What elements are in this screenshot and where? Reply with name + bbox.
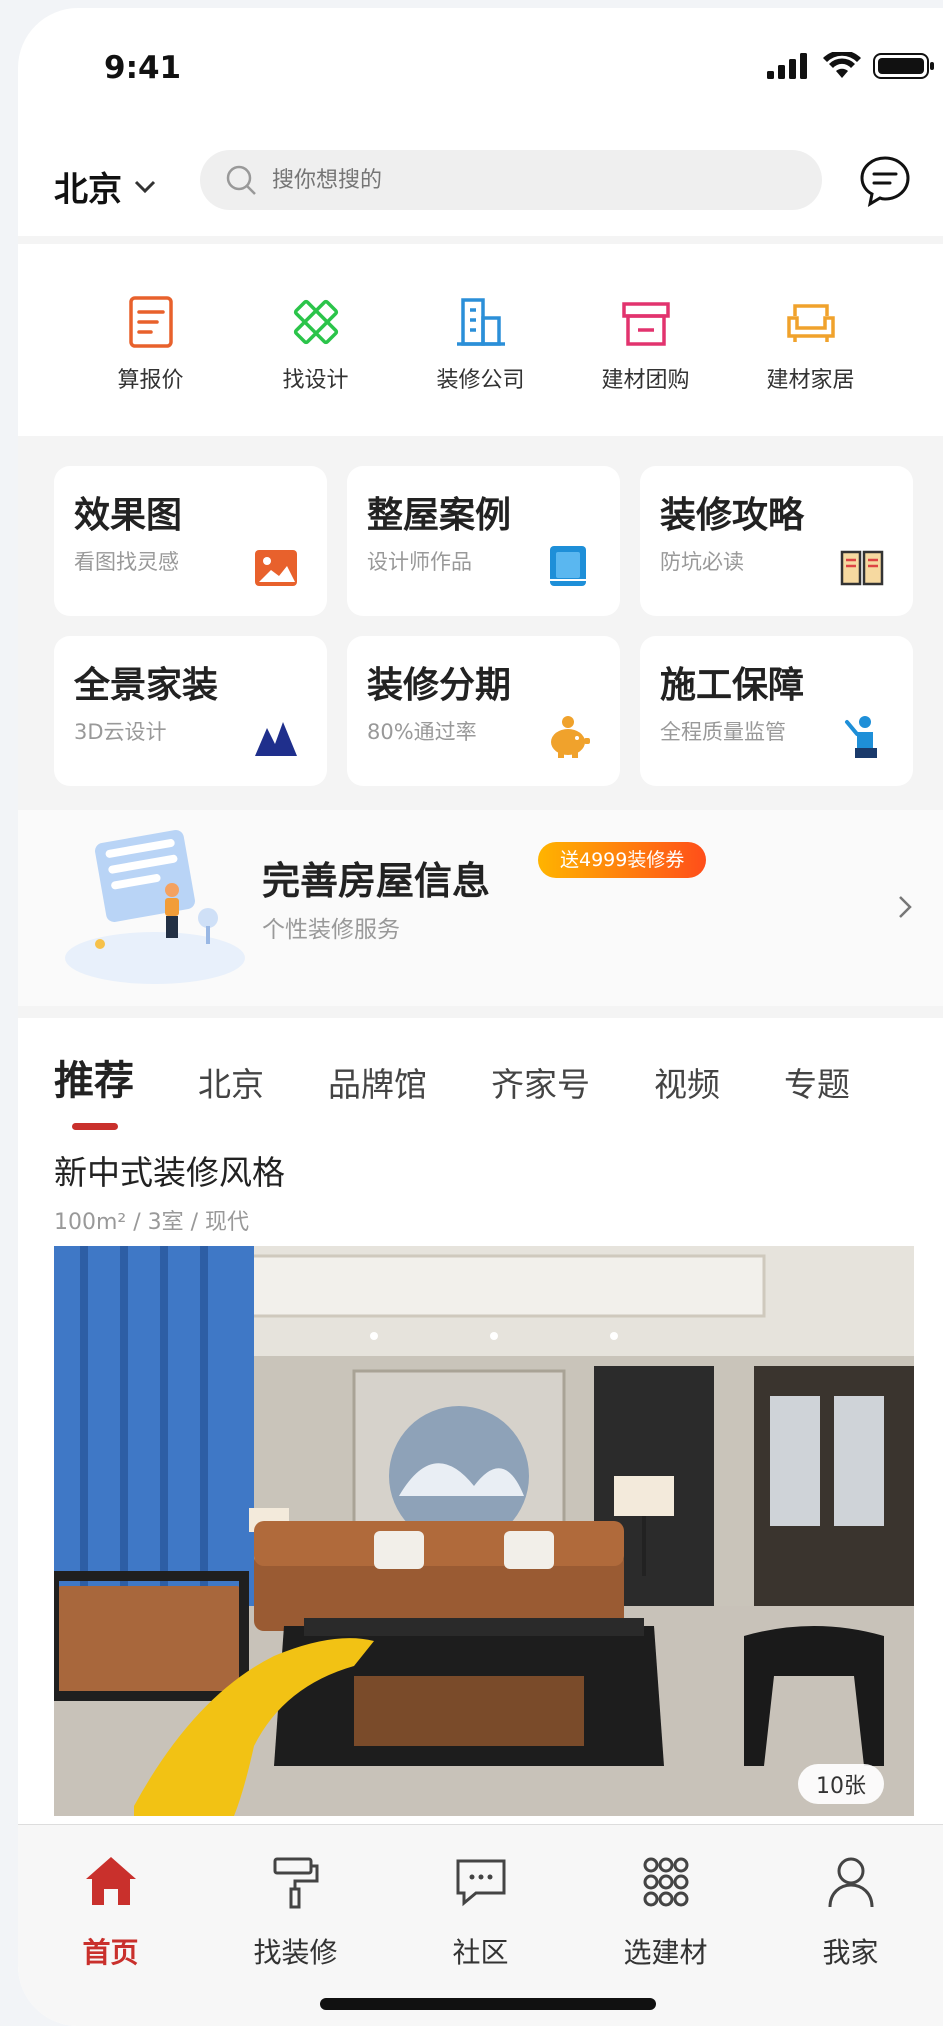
- status-time: 9:41: [104, 50, 182, 86]
- feed-tabs: 推荐 北京 品牌馆 齐家号 视频 专题: [54, 1048, 934, 1130]
- post-meta: 100m² / 3室 / 现代: [54, 1210, 250, 1235]
- paint-roller-icon: [273, 1857, 318, 1909]
- tab-brand[interactable]: 品牌馆: [328, 1058, 427, 1106]
- feature-title: 施工保障: [660, 665, 805, 706]
- shortcut-groupbuy[interactable]: 建材团购: [576, 294, 716, 436]
- shortcut-label: 建材团购: [601, 368, 690, 393]
- shortcut-design[interactable]: 找设计: [246, 294, 386, 436]
- quote-doc-icon: [128, 296, 173, 348]
- feature-title: 整屋案例: [367, 495, 512, 536]
- house-info-illustration: [65, 830, 245, 984]
- city-selector[interactable]: 北京: [54, 162, 156, 211]
- bottom-nav: 首页 找装修 社区 选建材 我家: [18, 1824, 943, 2026]
- nav-label: 选建材: [623, 1936, 708, 1969]
- feature-card-renderings[interactable]: 效果图 看图找灵感: [54, 466, 327, 616]
- person-icon: [828, 1857, 873, 1908]
- coupon-badge: 送4999装修券: [538, 842, 707, 878]
- nav-home[interactable]: 首页: [41, 1853, 181, 2026]
- feature-card-guides[interactable]: 装修攻略 防坑必读: [640, 466, 913, 616]
- chat-bubble-icon: [456, 1859, 505, 1907]
- feature-card-assurance[interactable]: 施工保障 全程质量监管: [640, 636, 913, 786]
- building-icon: [456, 298, 505, 346]
- tab-video[interactable]: 视频: [654, 1058, 720, 1106]
- sofa-icon: [786, 304, 835, 342]
- tab-recommend[interactable]: 推荐: [54, 1048, 134, 1130]
- wifi-icon: [823, 52, 861, 78]
- open-book-icon: [840, 550, 884, 586]
- feature-card-installment[interactable]: 装修分期 80%通过率: [347, 636, 620, 786]
- piggy-bank-icon: [551, 716, 590, 758]
- feature-card-panorama[interactable]: 全景家装 3D云设计: [54, 636, 327, 786]
- image-icon: [255, 550, 297, 586]
- photo-count-badge: 10张: [798, 1764, 884, 1804]
- chevron-right-icon: [899, 896, 912, 918]
- mountain-icon: [255, 722, 297, 756]
- nav-myhome[interactable]: 我家: [781, 1853, 921, 2026]
- post-photo[interactable]: 10张: [54, 1246, 914, 1816]
- banner-title: 完善房屋信息: [262, 859, 491, 903]
- search-bar[interactable]: [200, 150, 822, 210]
- message-icon[interactable]: [858, 154, 912, 208]
- signal-icon: [767, 53, 807, 79]
- status-bar: 9:41: [18, 8, 943, 128]
- feature-card-cases[interactable]: 整屋案例 设计师作品: [347, 466, 620, 616]
- shortcut-label: 建材家居: [766, 368, 855, 393]
- nav-label: 找装修: [253, 1936, 338, 1969]
- shortcut-label: 算报价: [117, 368, 184, 393]
- grid-dots-icon: [643, 1857, 688, 1907]
- feature-title: 装修攻略: [660, 495, 805, 536]
- battery-icon: [873, 53, 934, 79]
- shortcut-furniture[interactable]: 建材家居: [741, 294, 881, 436]
- nav-label: 首页: [82, 1936, 139, 1969]
- tab-qijiahao[interactable]: 齐家号: [491, 1058, 590, 1106]
- home-indicator: [320, 1998, 656, 2010]
- post-title[interactable]: 新中式装修风格: [54, 1146, 285, 1194]
- tab-topic[interactable]: 专题: [784, 1058, 850, 1106]
- shortcut-company[interactable]: 装修公司: [411, 294, 551, 436]
- shortcut-quote[interactable]: 算报价: [81, 294, 221, 436]
- feature-title: 全景家装: [74, 665, 219, 706]
- worker-icon: [845, 716, 877, 758]
- nav-label: 社区: [452, 1936, 509, 1969]
- pencil-ruler-icon: [293, 299, 338, 345]
- top-header: 北京: [18, 128, 943, 236]
- search-input[interactable]: [272, 167, 772, 193]
- shortcut-row: 算报价 找设计 装修公司 建材团购 建材家居: [18, 244, 943, 436]
- feature-grid: 效果图 看图找灵感 整屋案例 设计师作品 装修攻略 防坑必读 全景家装 3D云设…: [54, 466, 914, 786]
- shortcut-label: 装修公司: [436, 368, 525, 393]
- chevron-down-icon: [134, 180, 156, 193]
- nav-label: 我家: [822, 1936, 879, 1969]
- home-icon: [85, 1857, 136, 1905]
- banner-subtitle: 个性装修服务: [262, 917, 400, 943]
- feature-title: 效果图: [74, 495, 183, 536]
- city-label: 北京: [54, 170, 122, 210]
- store-icon: [621, 302, 670, 346]
- living-room-photo: [54, 1246, 914, 1816]
- feature-title: 装修分期: [367, 665, 512, 706]
- shortcut-label: 找设计: [282, 368, 349, 393]
- tab-beijing[interactable]: 北京: [198, 1058, 264, 1106]
- book-icon: [550, 546, 586, 586]
- search-icon: [226, 165, 256, 195]
- phone-screen: 9:41 北京 搜你想搜的 算报价 找设计 装修公司 建材团购 建材家居 效果图…: [18, 8, 943, 2026]
- house-info-banner[interactable]: 完善房屋信息 个性装修服务 送4999装修券: [18, 810, 943, 1006]
- status-icons: [767, 52, 935, 80]
